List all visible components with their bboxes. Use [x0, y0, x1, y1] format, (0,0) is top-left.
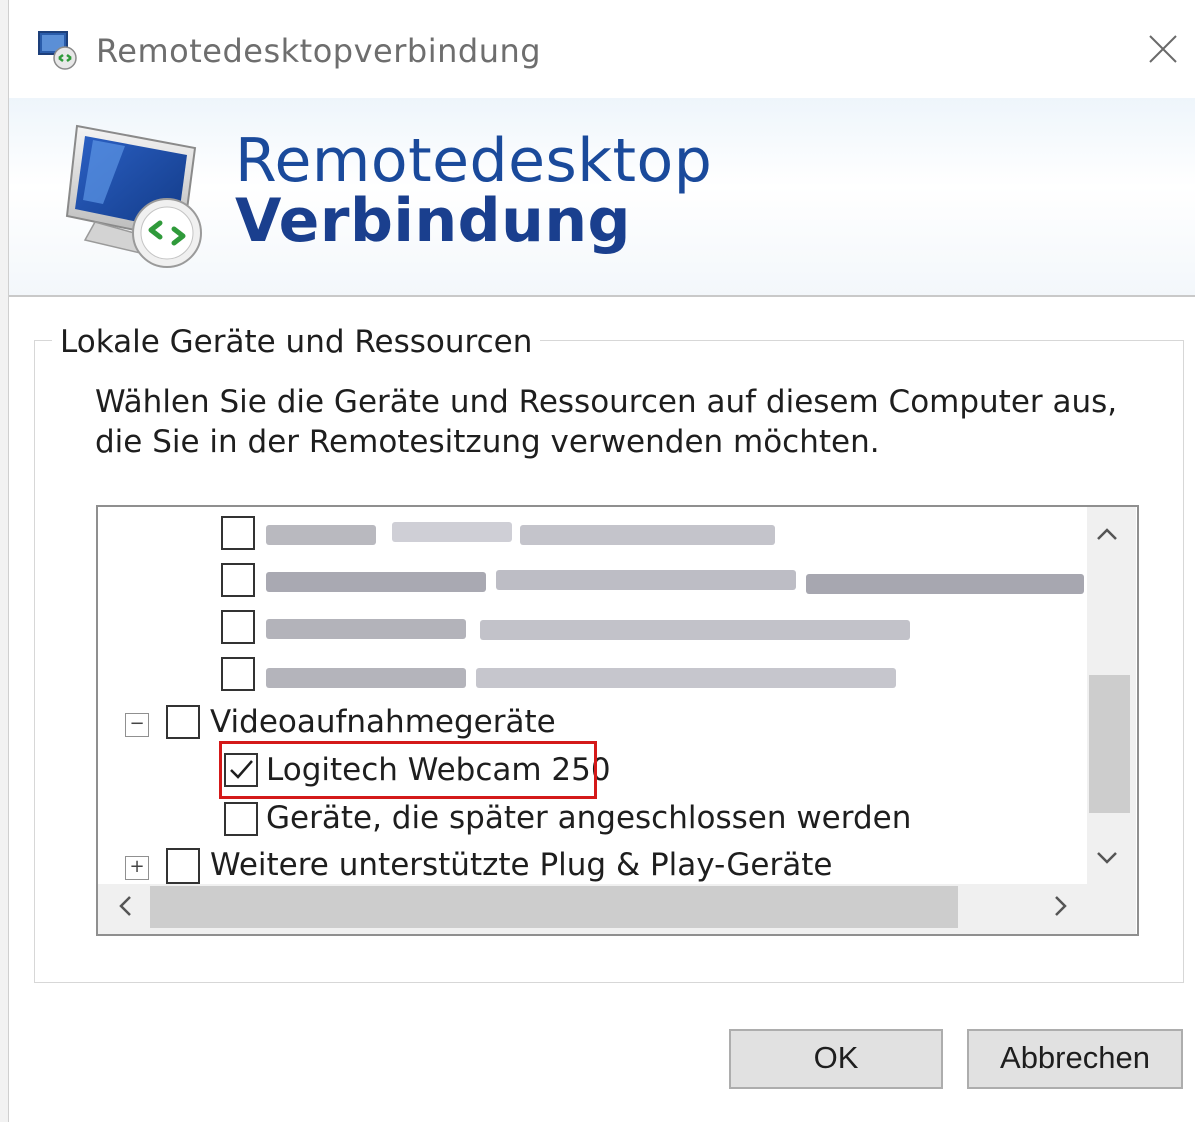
chevron-left-icon: [119, 896, 131, 916]
minus-icon: −: [129, 713, 145, 734]
header-banner: Remotedesktop Verbindung: [9, 98, 1195, 297]
window-title: Remotedesktopverbindung: [96, 32, 542, 70]
later-devices-checkbox[interactable]: [224, 802, 258, 836]
title-bar: Remotedesktopverbindung: [9, 0, 1195, 98]
red-highlight-box: [219, 741, 597, 799]
redacted-item-checkbox[interactable]: [221, 516, 255, 550]
scrollbar-corner: [1087, 884, 1136, 934]
scroll-left-button[interactable]: [110, 894, 140, 925]
chevron-right-icon: [1055, 896, 1067, 916]
scroll-right-button[interactable]: [1046, 894, 1076, 925]
vertical-scrollbar-thumb[interactable]: [1089, 675, 1130, 813]
close-icon: [1149, 35, 1177, 63]
pnp-group-checkbox[interactable]: [166, 848, 200, 884]
chevron-down-icon: [1097, 852, 1117, 864]
scroll-down-button[interactable]: [1092, 844, 1122, 874]
groupbox-description: Wählen Sie die Geräte und Ressourcen auf…: [95, 384, 1118, 460]
chevron-up-icon: [1097, 528, 1117, 540]
scroll-up-button[interactable]: [1092, 520, 1122, 550]
remote-desktop-app-icon: [37, 30, 77, 70]
close-button[interactable]: [1137, 24, 1187, 74]
redacted-item-checkbox[interactable]: [221, 563, 255, 597]
ok-button[interactable]: OK: [729, 1029, 943, 1089]
window-left-edge: [0, 0, 9, 1122]
remote-desktop-monitor-icon: [55, 118, 215, 273]
groupbox-legend: Lokale Geräte und Ressourcen: [52, 324, 541, 360]
banner-title-line2: Verbindung: [235, 186, 631, 256]
expand-pnp-group-button[interactable]: +: [125, 856, 149, 880]
later-devices-label[interactable]: Geräte, die später angeschlossen werden: [266, 800, 911, 836]
video-group-checkbox[interactable]: [166, 705, 200, 739]
collapse-video-group-button[interactable]: −: [125, 713, 149, 737]
pnp-group-label[interactable]: Weitere unterstützte Plug & Play-Geräte: [210, 847, 832, 884]
video-group-label[interactable]: Videoaufnahmegeräte: [210, 704, 556, 740]
redacted-item-checkbox[interactable]: [221, 657, 255, 691]
horizontal-scrollbar-thumb[interactable]: [150, 886, 958, 928]
cancel-button[interactable]: Abbrechen: [967, 1029, 1183, 1089]
redacted-item-checkbox[interactable]: [221, 610, 255, 644]
plus-icon: +: [129, 856, 145, 877]
